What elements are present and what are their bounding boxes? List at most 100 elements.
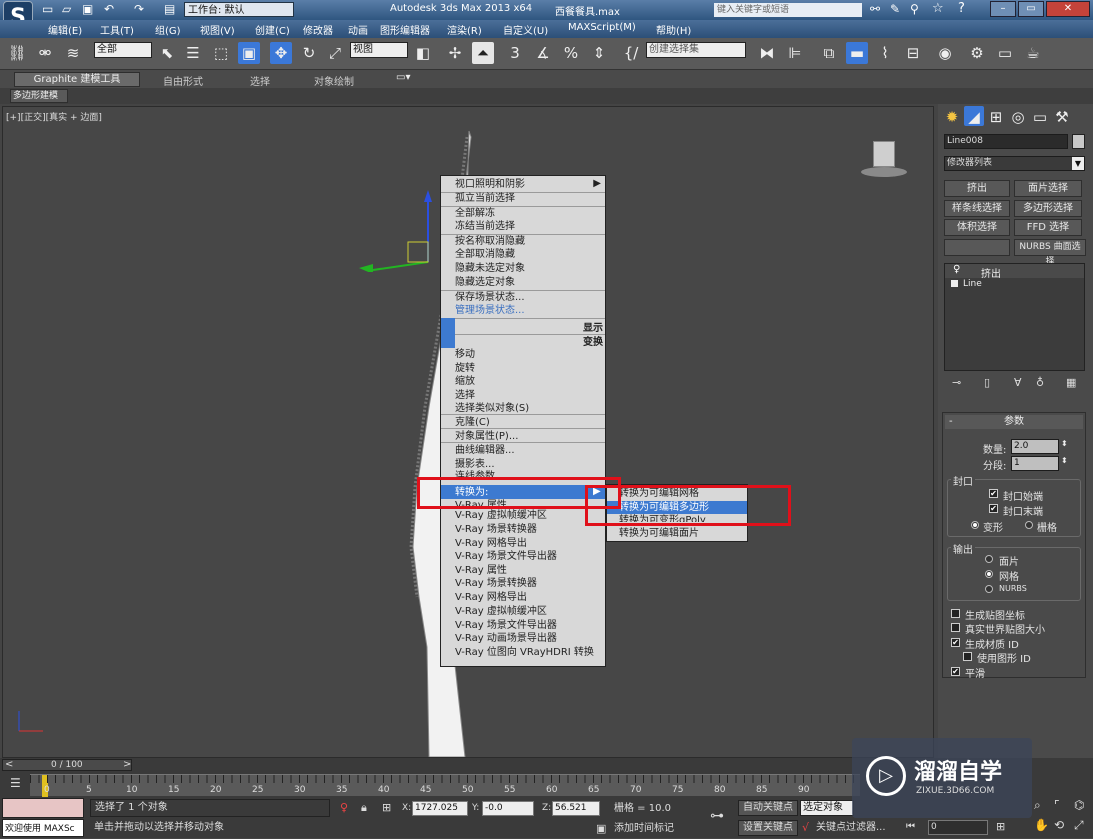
zoom-region-icon[interactable]: ⌕ [1034,798,1041,813]
out-patch-radio[interactable] [985,555,993,563]
remove-modifier-icon[interactable]: ♁ [1036,376,1044,389]
morph-radio[interactable] [971,521,979,529]
hierarchy-tab-icon[interactable]: ⊞ [986,106,1006,126]
ctx-vray-scene-converter-2[interactable]: V-Ray 场景转换器 [455,577,537,590]
add-time-tag-icon[interactable]: ▣ [596,822,606,835]
move-icon[interactable]: ✥ [270,42,292,64]
trackbar[interactable]: 0 5 10 15 20 25 30 35 40 45 50 55 60 65 … [30,774,860,797]
favorites-icon[interactable]: ☆ [932,1,944,16]
maximize-button[interactable]: ▭ [1018,1,1044,17]
mod-empty-button[interactable] [944,239,1010,256]
ctx-object-properties[interactable]: 对象属性(P)... [455,430,518,443]
close-button[interactable]: ✕ [1046,1,1090,17]
show-end-result-icon[interactable]: ▯ [984,376,990,389]
material-editor-icon[interactable]: ◉ [934,42,956,64]
menu-maxscript[interactable]: MAXScript(M) [568,22,636,33]
segments-spinner-icon[interactable]: ⬍ [1061,456,1068,465]
comm-center-icon[interactable]: ⚲ [910,2,919,16]
ctx-vray-mesh-export-2[interactable]: V-Ray 网格导出 [455,591,527,604]
redo-icon[interactable]: ↷ [134,2,144,16]
rotate-icon[interactable]: ↻ [298,42,320,64]
edit-named-sel-icon[interactable]: {/ [620,42,642,64]
ctx-vray-properties-2[interactable]: V-Ray 属性 [455,564,507,577]
mod-vol-select-button[interactable]: 体积选择 [944,219,1010,236]
stack-item-extrude[interactable]: ♀ 挤出 [945,264,1084,280]
auto-key-button[interactable]: 自动关键点 [738,800,798,816]
menu-rendering[interactable]: 渲染(R) [447,22,482,37]
menu-create[interactable]: 创建(C) [255,22,290,37]
curve-editor-icon[interactable]: ⌇ [874,42,896,64]
project-icon[interactable]: ▤ [164,2,175,16]
rect-selection-icon[interactable]: ⬚ [210,42,232,64]
window-crossing-icon[interactable]: ▣ [238,42,260,64]
time-prev-icon[interactable]: < [5,759,13,770]
add-time-tag[interactable]: 添加时间标记 [614,820,700,837]
real-world-checkbox[interactable] [951,623,960,632]
menu-customize[interactable]: 自定义(U) [503,22,548,37]
workspace-dropdown[interactable]: 工作台: 默认 [184,2,294,17]
bind-spacewarp-icon[interactable]: ≋ [62,42,84,64]
mod-ffd-select-button[interactable]: FFD 选择 [1014,219,1082,236]
gen-mat-checkbox[interactable]: ✔ [951,638,960,647]
polygon-modeling-tab[interactable]: 多边形建模 [10,89,68,103]
mod-poly-select-button[interactable]: 多边形选择 [1014,200,1082,217]
display-tab-icon[interactable]: ▭ [1030,106,1050,126]
grid-radio[interactable] [1025,521,1033,529]
cap-start-checkbox[interactable]: ✔ [989,489,998,498]
mod-nurbs-select-button[interactable]: NURBS 曲面选择 [1014,239,1086,267]
tab-graphite[interactable]: Graphite 建模工具 [14,72,140,87]
z-coord-input[interactable]: 56.521 [552,801,600,816]
zoom-extents-icon[interactable]: ⊞ [996,820,1005,833]
menu-animation[interactable]: 动画 [348,22,368,37]
make-unique-icon[interactable]: ∀ [1014,376,1022,389]
ctx-vray-mesh-export[interactable]: V-Ray 网格导出 [455,537,527,550]
y-coord-input[interactable]: -0.0 [482,801,534,816]
out-mesh-radio[interactable] [985,570,993,578]
go-to-start-icon[interactable]: ⏮ [906,821,915,832]
graphite-toggle-icon[interactable]: ▬ [846,42,868,64]
ctx-manage-scene-states[interactable]: 管理场景状态... [455,304,525,317]
pivot-center-icon[interactable]: ◧ [412,42,434,64]
rendered-frame-icon[interactable]: ▭ [994,42,1016,64]
time-next-icon[interactable]: > [123,759,131,770]
search-input[interactable]: 键入关键字或短语 [714,3,862,17]
utilities-tab-icon[interactable]: ⚒ [1052,106,1072,126]
x-coord-input[interactable]: 1727.025 [412,801,468,816]
binoculars-icon[interactable]: ⚯ [870,2,880,16]
undo-icon[interactable]: ↶ [104,2,114,16]
ctx-clone[interactable]: 克隆(C) [455,416,490,429]
align-icon[interactable]: ⊫ [784,42,806,64]
set-key-button[interactable]: 设置关键点 [738,820,798,836]
configure-sets-icon[interactable]: ▦ [1066,376,1076,389]
transform-gizmo-icon[interactable] [353,182,443,272]
render-production-icon[interactable]: ☕ [1022,42,1044,64]
ctx-isolate-selection[interactable]: 孤立当前选择 [455,192,515,205]
walk-through-icon[interactable]: ⌬ [1074,798,1084,812]
ctx-vray-scene-exporter-2[interactable]: V-Ray 场景文件导出器 [455,619,557,632]
gen-map-checkbox[interactable] [951,609,960,618]
menu-modifiers[interactable]: 修改器 [303,22,333,37]
lightbulb-icon[interactable]: ♀ [953,264,960,275]
ctx-unfreeze-all[interactable]: 全部解冻 [455,207,495,220]
menu-help[interactable]: 帮助(H) [656,22,691,37]
smooth-checkbox[interactable]: ✔ [951,667,960,676]
percent-snap-icon[interactable]: % [560,42,582,64]
help-icon[interactable]: ? [958,1,965,16]
ctx-scale[interactable]: 缩放 [455,375,475,388]
ctx-vray-scene-converter[interactable]: V-Ray 场景转换器 [455,523,537,536]
scale-icon[interactable]: ⤢ [324,42,346,64]
keyboard-shortcut-icon[interactable]: ⏶ [472,42,494,64]
expand-icon[interactable] [951,280,958,287]
ctx-vray-bitmap-converter[interactable]: V-Ray 位图向 VRayHDRI 转换 [455,646,594,659]
mod-extrude-button[interactable]: 挤出 [944,180,1010,197]
ctx-unhide-by-name[interactable]: 按名称取消隐藏 [455,235,525,248]
mod-spline-select-button[interactable]: 样条线选择 [944,200,1010,217]
ctx-vray-vfb-2[interactable]: V-Ray 虚拟帧缓冲区 [455,605,547,618]
ribbon-options-icon[interactable]: ▭▾ [396,72,410,83]
motion-tab-icon[interactable]: ◎ [1008,106,1028,126]
ctx-hide-unselected[interactable]: 隐藏未选定对象 [455,262,525,275]
select-by-name-icon[interactable]: ☰ [182,42,204,64]
mirror-icon[interactable]: ⧓ [756,42,778,64]
fov-icon[interactable]: ⌜ [1054,798,1060,812]
ctx-wire-parameters[interactable]: 连线参数... [455,470,505,477]
